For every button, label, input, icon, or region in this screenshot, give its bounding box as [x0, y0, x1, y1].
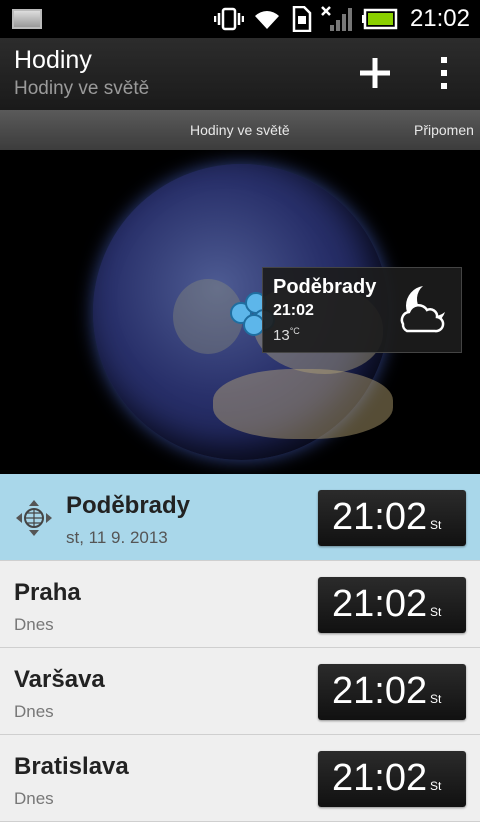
clock-day: St — [430, 779, 442, 793]
city-clock: 21:02 St — [318, 751, 466, 807]
sd-card-icon — [292, 6, 312, 32]
popup-temperature: 13°C — [273, 326, 300, 344]
clock-day: St — [430, 518, 442, 532]
temperature-value: 13 — [273, 327, 290, 344]
clock-time: 21:02 — [332, 496, 428, 538]
city-date: Dnes — [14, 702, 54, 721]
battery-charging-icon — [361, 8, 398, 30]
status-bar: 21:02 — [0, 0, 480, 38]
overflow-menu-button[interactable] — [426, 48, 462, 98]
city-clock: 21:02 St — [318, 664, 466, 720]
status-time: 21:02 — [409, 5, 470, 32]
landmass — [213, 369, 393, 439]
location-crosshair-icon — [16, 500, 52, 536]
city-name: Poděbrady — [66, 492, 191, 519]
clock-day: St — [430, 692, 442, 706]
add-city-button[interactable] — [350, 48, 400, 98]
city-list: Poděbrady st, 11 9. 2013 21:02 St Praha … — [0, 474, 480, 822]
city-popup[interactable]: Poděbrady 21:02 13°C — [262, 267, 462, 353]
city-date: Dnes — [14, 615, 54, 634]
city-clock: 21:02 St — [318, 577, 466, 633]
city-name: Praha — [14, 579, 81, 606]
popup-city: Poděbrady — [273, 276, 377, 298]
city-date: Dnes — [14, 789, 54, 808]
partly-cloudy-night-icon — [400, 286, 445, 333]
list-item[interactable]: Bratislava Dnes 21:02 St — [0, 735, 480, 822]
app-title: Hodiny — [14, 46, 92, 74]
clock-day: St — [430, 605, 442, 619]
tab-bar: Hodiny ve světě Připomen — [0, 110, 480, 150]
city-name: Varšava — [14, 666, 105, 693]
tab-reminder[interactable]: Připomen — [414, 110, 474, 150]
popup-time: 21:02 — [273, 302, 314, 319]
vibrate-icon — [213, 7, 244, 31]
wifi-icon — [254, 11, 279, 30]
city-clock: 21:02 St — [318, 490, 466, 546]
overflow-menu-icon — [441, 57, 447, 89]
temperature-unit: °C — [289, 326, 300, 336]
city-name: Bratislava — [14, 753, 129, 780]
app-subtitle[interactable]: Hodiny ve světě — [14, 78, 149, 100]
list-item[interactable]: Praha Dnes 21:02 St — [0, 561, 480, 648]
status-icons: 21:02 — [213, 0, 470, 38]
tab-world-clock[interactable]: Hodiny ve světě — [190, 110, 290, 150]
gallery-icon — [12, 9, 42, 29]
plus-icon — [360, 58, 390, 88]
clock-time: 21:02 — [332, 670, 428, 712]
list-item[interactable]: Varšava Dnes 21:02 St — [0, 648, 480, 735]
list-item[interactable]: Poděbrady st, 11 9. 2013 21:02 St — [0, 474, 480, 561]
action-bar: Hodiny Hodiny ve světě — [0, 38, 480, 110]
city-date: st, 11 9. 2013 — [66, 528, 168, 547]
clock-time: 21:02 — [332, 583, 428, 625]
no-signal-icon — [321, 6, 352, 31]
globe-view[interactable]: Poděbrady 21:02 13°C — [0, 150, 480, 474]
clock-time: 21:02 — [332, 757, 428, 799]
